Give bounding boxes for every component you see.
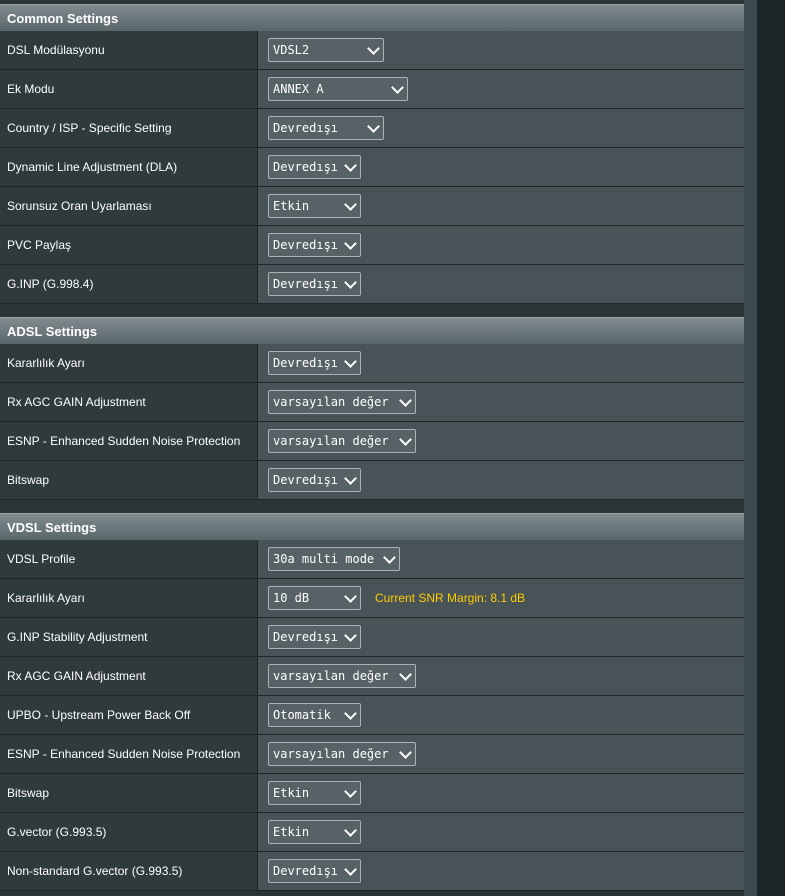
setting-label: VDSL Profile [0,540,258,578]
setting-row-vdsl-esnp: ESNP - Enhanced Sudden Noise Protection … [0,735,744,774]
setting-row-ginp: G.INP (G.998.4) Devredışı [0,265,744,304]
chevron-down-icon [399,668,412,681]
chevron-down-icon [383,551,396,564]
setting-row-seamless-rate: Sorunsuz Oran Uyarlaması Etkin [0,187,744,226]
setting-row-pvc-share: PVC Paylaş Devredışı [0,226,744,265]
content-border [744,0,757,896]
pvc-share-select[interactable]: Devredışı [268,233,361,257]
setting-row-vdsl-rx-agc: Rx AGC GAIN Adjustment varsayılan değer [0,657,744,696]
chevron-down-icon [391,81,404,94]
setting-label: Rx AGC GAIN Adjustment [0,657,258,695]
setting-row-vdsl-bitswap: Bitswap Etkin [0,774,744,813]
chevron-down-icon [344,590,357,603]
page-margin [757,0,785,896]
chevron-down-icon [399,746,412,759]
vdsl-settings-panel: VDSL Settings VDSL Profile 30a multi mod… [0,513,744,891]
chevron-down-icon [399,394,412,407]
setting-row-adsl-stability: Kararlılık Ayarı Devredışı [0,344,744,383]
setting-row-country-isp: Country / ISP - Specific Setting Devredı… [0,109,744,148]
upbo-select[interactable]: Otomatik [268,703,361,727]
setting-label: Kararlılık Ayarı [0,344,258,382]
setting-row-adsl-bitswap: Bitswap Devredışı [0,461,744,500]
setting-label: Sorunsuz Oran Uyarlaması [0,187,258,225]
setting-label: Dynamic Line Adjustment (DLA) [0,148,258,186]
chevron-down-icon [367,42,380,55]
chevron-down-icon [344,824,357,837]
chevron-down-icon [344,472,357,485]
setting-row-vdsl-stability: Kararlılık Ayarı 10 dB Current SNR Margin… [0,579,744,618]
setting-row-dsl-modulation: DSL Modülasyonu VDSL2 [0,31,744,70]
annex-mode-select[interactable]: ANNEX A [268,77,408,101]
setting-label: Bitswap [0,461,258,499]
setting-row-adsl-esnp: ESNP - Enhanced Sudden Noise Protection … [0,422,744,461]
setting-row-nonstandard-gvector: Non-standard G.vector (G.993.5) Devredış… [0,852,744,891]
chevron-down-icon [399,433,412,446]
adsl-esnp-select[interactable]: varsayılan değer [268,429,416,453]
dsl-modulation-select[interactable]: VDSL2 [268,38,384,62]
chevron-down-icon [367,120,380,133]
setting-label: G.vector (G.993.5) [0,813,258,851]
chevron-down-icon [344,237,357,250]
vdsl-bitswap-select[interactable]: Etkin [268,781,361,805]
adsl-rx-agc-select[interactable]: varsayılan değer [268,390,416,414]
chevron-down-icon [344,276,357,289]
adsl-bitswap-select[interactable]: Devredışı [268,468,361,492]
setting-label: PVC Paylaş [0,226,258,264]
adsl-stability-select[interactable]: Devredışı [268,351,361,375]
setting-label: UPBO - Upstream Power Back Off [0,696,258,734]
vdsl-profile-select[interactable]: 30a multi mode [268,547,400,571]
chevron-down-icon [344,785,357,798]
chevron-down-icon [344,629,357,642]
adsl-settings-panel: ADSL Settings Kararlılık Ayarı Devredışı… [0,317,744,500]
chevron-down-icon [344,198,357,211]
common-settings-panel: Common Settings DSL Modülasyonu VDSL2 Ek… [0,4,744,304]
setting-row-adsl-rx-agc: Rx AGC GAIN Adjustment varsayılan değer [0,383,744,422]
setting-label: ESNP - Enhanced Sudden Noise Protection [0,735,258,773]
setting-label: Ek Modu [0,70,258,108]
setting-label: Bitswap [0,774,258,812]
setting-label: G.INP (G.998.4) [0,265,258,303]
setting-row-dla: Dynamic Line Adjustment (DLA) Devredışı [0,148,744,187]
dla-select[interactable]: Devredışı [268,155,361,179]
chevron-down-icon [344,159,357,172]
country-isp-select[interactable]: Devredışı [268,116,384,140]
chevron-down-icon [344,355,357,368]
ginp-stability-select[interactable]: Devredışı [268,625,361,649]
vdsl-rx-agc-select[interactable]: varsayılan değer [268,664,416,688]
setting-row-upbo: UPBO - Upstream Power Back Off Otomatik [0,696,744,735]
chevron-down-icon [344,863,357,876]
setting-label: Country / ISP - Specific Setting [0,109,258,147]
setting-label: Kararlılık Ayarı [0,579,258,617]
vdsl-stability-select[interactable]: 10 dB [268,586,361,610]
setting-row-vdsl-profile: VDSL Profile 30a multi mode [0,540,744,579]
section-title: ADSL Settings [0,317,744,344]
section-title: Common Settings [0,4,744,31]
vdsl-esnp-select[interactable]: varsayılan değer [268,742,416,766]
setting-label: Rx AGC GAIN Adjustment [0,383,258,421]
gvector-select[interactable]: Etkin [268,820,361,844]
setting-row-ginp-stability: G.INP Stability Adjustment Devredışı [0,618,744,657]
setting-label: G.INP Stability Adjustment [0,618,258,656]
setting-label: DSL Modülasyonu [0,31,258,69]
setting-label: ESNP - Enhanced Sudden Noise Protection [0,422,258,460]
nonstandard-gvector-select[interactable]: Devredışı [268,859,361,883]
chevron-down-icon [344,707,357,720]
setting-row-gvector: G.vector (G.993.5) Etkin [0,813,744,852]
ginp-select[interactable]: Devredışı [268,272,361,296]
section-title: VDSL Settings [0,513,744,540]
seamless-rate-select[interactable]: Etkin [268,194,361,218]
snr-margin-hint: Current SNR Margin: 8.1 dB [375,591,526,605]
setting-label: Non-standard G.vector (G.993.5) [0,852,258,890]
setting-row-annex-mode: Ek Modu ANNEX A [0,70,744,109]
